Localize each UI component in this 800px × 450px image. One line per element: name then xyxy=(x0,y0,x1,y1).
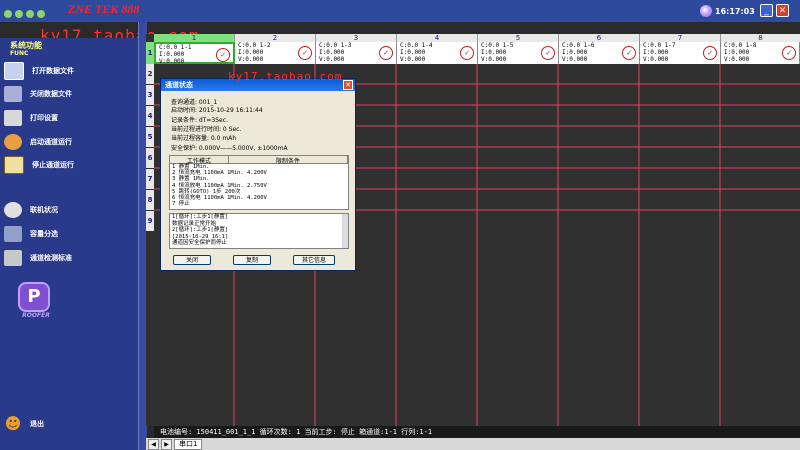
sidebar-title: 系统功能 FUNC xyxy=(10,41,42,58)
printer-icon xyxy=(4,110,22,126)
column-header-6[interactable]: 6 xyxy=(559,34,640,42)
channel-cell-1-6[interactable]: C:0.0 1-6 I:0.000 V:0.000 ✓ xyxy=(559,42,640,64)
copy-button[interactable]: 复制 xyxy=(233,255,271,265)
channel-cell-1-7[interactable]: C:0.0 1-7 I:0.000 V:0.000 ✓ xyxy=(640,42,721,64)
check-icon: ✓ xyxy=(782,46,796,60)
column-header-3[interactable]: 3 xyxy=(316,34,397,42)
row-label-5[interactable]: 5 xyxy=(146,127,154,147)
column-header-7[interactable]: 7 xyxy=(640,34,721,42)
brand-logo: P ROOFER xyxy=(18,282,54,322)
dialog-close-icon[interactable]: ✕ xyxy=(343,80,353,90)
tab-bar: ◀ ▶ 串口1 xyxy=(146,438,800,450)
channel-cell-1-3[interactable]: C:0.0 1-3 I:0.000 V:0.000 ✓ xyxy=(316,42,397,64)
check-icon: ✓ xyxy=(216,48,230,62)
minimize-button[interactable]: _ xyxy=(760,4,773,17)
check-icon: ✓ xyxy=(541,46,555,60)
sidebar-item-online-status[interactable]: 联机状况 xyxy=(4,202,58,218)
tab-next-button[interactable]: ▶ xyxy=(161,438,172,450)
step-list[interactable]: 工作模式 限制条件 1 静置 1Min. 2 恒流充电 1100mA 1Min.… xyxy=(169,155,349,210)
step-list-header: 工作模式 限制条件 xyxy=(170,156,348,165)
dialog-line-capacity: 当前过程容量: 0.0 mAh xyxy=(171,135,237,142)
folder-icon xyxy=(4,62,24,80)
sidebar-item-start-channel[interactable]: 启动通道运行 xyxy=(4,134,72,150)
column-header-8[interactable]: 8 xyxy=(721,34,800,42)
run-icon xyxy=(4,134,22,150)
row-label-8[interactable]: 8 xyxy=(146,190,154,210)
stop-icon xyxy=(4,156,24,174)
toolbar-icon-4[interactable] xyxy=(37,10,45,18)
check-icon: ✓ xyxy=(298,46,312,60)
app-logo-text: ZNE TEK 888 xyxy=(68,2,140,16)
sidebar-item-exit[interactable]: ☻ 退出 xyxy=(4,416,44,432)
tools-icon xyxy=(4,250,22,266)
row-label-9[interactable]: 9 xyxy=(146,211,154,231)
channel-cell-1-4[interactable]: C:0.0 1-4 I:0.000 V:0.000 ✓ xyxy=(397,42,478,64)
log-scrollbar[interactable] xyxy=(342,214,348,248)
check-icon: ✓ xyxy=(622,46,636,60)
check-icon: ✓ xyxy=(703,46,717,60)
toolbar-icon-1[interactable] xyxy=(4,10,12,18)
column-header-4[interactable]: 4 xyxy=(397,34,478,42)
toolbar-icon-3[interactable] xyxy=(26,10,34,18)
close-file-icon xyxy=(4,86,22,102)
dialog-line-start-time: 启动时间: 2015-10-29 16:11:44 xyxy=(171,107,263,114)
tab-serial-1[interactable]: 串口1 xyxy=(174,438,203,450)
sidebar-item-capacity-sort[interactable]: 容量分选 xyxy=(4,226,58,242)
channel-cell-1-1[interactable]: C:0.0 1-1 I:0.000 V:0.000 ✓ xyxy=(154,42,235,65)
watermark-2: ky17.taobao.com xyxy=(228,70,343,83)
status-bar: 电池编号: 150411_001_1_1 循环次数: 1 当前工步: 停止 箱通… xyxy=(154,426,800,438)
clock-time: 16:17:03 xyxy=(715,6,755,16)
other-info-button[interactable]: 其它信息 xyxy=(293,255,335,265)
sidebar-item-open-file[interactable]: 打开数据文件 xyxy=(4,62,74,80)
sidebar-item-print[interactable]: 打印设置 xyxy=(4,110,58,126)
row-label-6[interactable]: 6 xyxy=(146,148,154,168)
column-header-2[interactable]: 2 xyxy=(235,34,316,42)
check-icon: ✓ xyxy=(460,46,474,60)
channel-cell-1-5[interactable]: C:0.0 1-5 I:0.000 V:0.000 ✓ xyxy=(478,42,559,64)
toolbar-icons xyxy=(4,10,45,18)
sort-icon xyxy=(4,226,22,242)
channel-status-dialog: 通道状态 ✕ 查询通道: 001_1 启动时间: 2015-10-29 16:1… xyxy=(160,78,356,271)
dialog-line-elapsed: 当前过程进行时间: 0 Sec. xyxy=(171,126,242,133)
globe-icon xyxy=(4,202,22,218)
column-header-1[interactable]: 1 xyxy=(154,34,235,42)
sidebar-item-channel-standard[interactable]: 通道检测标准 xyxy=(4,250,72,266)
clock: 16:17:03 xyxy=(700,4,756,18)
close-window-button[interactable]: ✕ xyxy=(776,4,789,17)
row-label-2[interactable]: 2 xyxy=(146,64,154,84)
row-label-7[interactable]: 7 xyxy=(146,169,154,189)
dialog-line-record: 记录条件: dT=3Sec. xyxy=(171,117,228,124)
sidebar-item-stop-channel[interactable]: 停止通道运行 xyxy=(4,156,74,174)
row-label-1[interactable]: 1 xyxy=(146,42,154,64)
log-box[interactable]: 1[循环]:工步1[静置] 数据记录正常开始 2[循环]:工步1[静置] [20… xyxy=(169,213,349,249)
dialog-title: 通道状态 xyxy=(165,81,193,89)
column-header-5[interactable]: 5 xyxy=(478,34,559,42)
tab-prev-button[interactable]: ◀ xyxy=(148,438,159,450)
row-label-3[interactable]: 3 xyxy=(146,85,154,105)
exit-icon: ☻ xyxy=(4,414,22,433)
dialog-line-protection: 安全保护: 0.000V——5.000V, ±1000mA xyxy=(171,145,288,152)
sidebar-item-close-file[interactable]: 关闭数据文件 xyxy=(4,86,72,102)
check-icon: ✓ xyxy=(379,46,393,60)
ball-icon xyxy=(700,5,712,17)
row-label-4[interactable]: 4 xyxy=(146,106,154,126)
toolbar-icon-2[interactable] xyxy=(15,10,23,18)
close-button[interactable]: 关闭 xyxy=(173,255,211,265)
channel-cell-1-8[interactable]: C:0.0 1-8 I:0.000 V:0.000 ✓ xyxy=(721,42,800,64)
list-item[interactable]: 7 停止 xyxy=(170,201,348,207)
channel-cell-1-2[interactable]: C:0.0 1-2 I:0.000 V:0.000 ✓ xyxy=(235,42,316,64)
